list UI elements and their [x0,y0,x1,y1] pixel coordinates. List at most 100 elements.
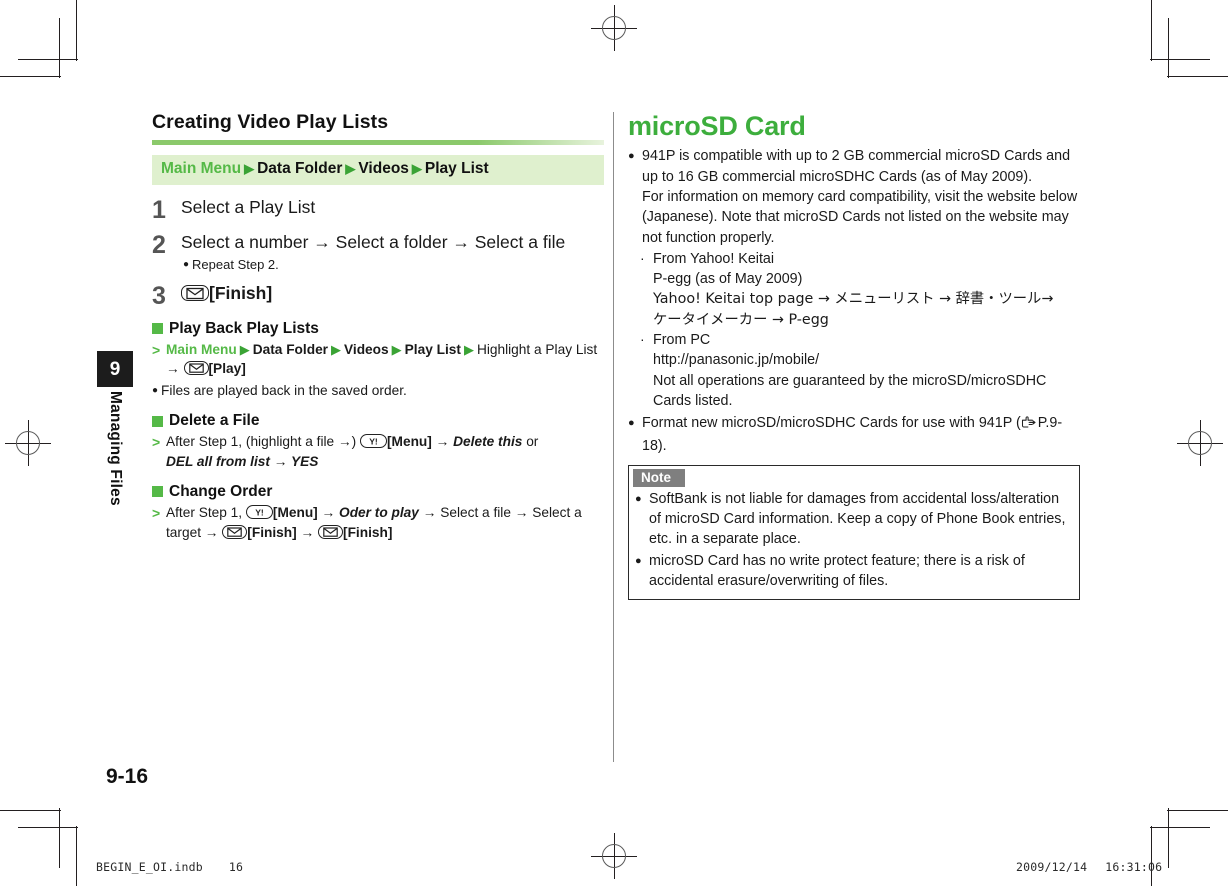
op-del-all-from-list: DEL all from list → YES [166,454,319,470]
angle-right-icon: > [152,341,161,358]
step-item: 3 [Finish] [152,283,604,309]
path-start: Main Menu [161,160,242,178]
sub-item-line: Yahoo! Keitai top page → メニューリスト → 辞書・ツー… [653,291,1054,308]
bullet-dot-icon: ● [628,150,635,163]
crop-mark-bl-h2 [18,827,78,828]
step-body: Select a number → Select a folder → Sele… [181,232,604,274]
crop-mark-tl-h2 [18,59,78,60]
operation-line: > After Step 1, Y! [Menu] → Oder to play →… [152,503,604,543]
registration-mark-right [1177,420,1223,466]
crop-mark-br-v2 [1168,808,1169,868]
op-after-step: After Step 1, (highlight a file →) [166,434,360,450]
op-videos: Videos [344,341,389,357]
timestamp-line: 2009/12/14 16:31:06 [1016,860,1162,874]
menu-path-bar: Main Menu ▶ Data Folder ▶ Videos ▶ Play List [152,155,604,186]
angle-right-icon: > [152,504,161,521]
svg-text:Y!: Y! [369,436,378,446]
triangle-icon: ▶ [244,161,255,177]
triangle-icon: ▶ [331,341,342,357]
op-data-folder: Data Folder [252,341,329,357]
subsection-note-text: Files are played back in the saved order… [161,383,407,399]
bullet-dot-icon: ● [152,385,159,397]
note-label: Note [633,468,685,487]
op-arrow: → [431,434,454,450]
right-bullet-item: ● 941P is compatible with up to 2 GB com… [628,146,1080,247]
crop-mark-br-h2 [1150,827,1210,828]
chapter-number-tab: 9 [97,351,133,387]
op-arrow: → [317,504,340,520]
envelope-key-icon [183,361,209,376]
step-number: 2 [152,231,166,260]
sub-item-line: ケータイメーカー → P-egg [653,311,829,328]
manual-page: 9 Managing Files Creating Video Play Lis… [0,0,1228,886]
bullet-dot-icon: ● [628,417,635,430]
left-column: Creating Video Play Lists Main Menu ▶ Data… [152,111,604,543]
path-segment-1: Data Folder [257,160,343,178]
crop-mark-bl-h [0,810,61,811]
middot-icon: · [640,249,645,266]
sub-item-line: P-egg (as of May 2009) [653,271,803,288]
pointing-hand-icon [1021,415,1038,435]
crop-mark-tr-v2 [1168,18,1169,78]
subsection-heading: Change Order [152,483,604,501]
green-square-icon [152,415,163,427]
registration-mark-left [5,420,51,466]
triangle-icon: ▶ [391,341,402,357]
timestamp-date: 2009/12/14 [1016,860,1088,874]
note-item-text: microSD Card has no write protect featur… [649,552,1025,589]
path-segment-2: Videos [358,160,409,178]
step-text: Select a Play List [181,197,316,218]
registration-mark-bottom [591,833,637,879]
microsd-card-title: microSD Card [628,111,806,141]
envelope-key-icon [181,284,209,301]
op-play-list: Play List [404,341,461,357]
green-square-icon [152,323,163,335]
op-finish-label: [Finish] [343,524,393,540]
yahoo-key-icon: Y! [245,504,273,519]
step-note-text: Repeat Step 2. [192,257,279,273]
crop-mark-tr-v [1151,0,1152,61]
op-oder-to-play: Oder to play [339,504,419,520]
right-bullet-text: 941P is compatible with up to 2 GB comme… [642,148,1078,246]
yahoo-key-icon: Y! [360,434,387,449]
angle-right-icon: > [152,434,161,451]
note-item-text: SoftBank is not liable for damages from … [649,490,1066,548]
op-main-menu: Main Menu [166,341,237,357]
sub-item-line: From PC [653,332,711,349]
step-body: [Finish] [181,283,604,309]
crop-mark-tl-v [76,0,77,61]
imprint-filename: BEGIN_E_OI.indb [96,860,203,874]
step-note: ● Repeat Step 2. [181,256,604,274]
format-text-suffix: ). [657,437,667,454]
triangle-icon: ▶ [463,341,474,357]
triangle-icon: ▶ [239,341,250,357]
chapter-number-label: 9 [109,358,121,380]
note-item: ● SoftBank is not liable for damages fro… [629,489,1079,550]
middot-icon: · [640,331,645,348]
registration-mark-top [591,5,637,51]
sub-item-from-pc: · From PC http://panasonic.jp/mobile/ No… [628,330,1080,411]
format-text-prefix: Format new microSD/microSDHC Cards for u… [642,415,1021,432]
subsection-delete-a-file: Delete a File > After Step 1, (highlight … [152,412,604,472]
step-text: Select a number → Select a folder → Sele… [181,232,566,253]
step-number: 3 [152,281,166,310]
chapter-title-label: Managing Files [107,391,124,506]
envelope-key-icon [222,524,248,539]
op-menu-label: [Menu] [387,434,432,450]
sub-item-url[interactable]: http://panasonic.jp/mobile/ [653,350,1080,370]
subsection-play-back-play-lists: Play Back Play Lists > Main Menu ▶ Data Fol… [152,320,604,402]
bullet-dot-icon: ● [635,554,642,567]
operation-line: > Main Menu ▶ Data Folder ▶ Videos ▶ Play List ▶… [152,340,604,380]
op-play-label: [Play] [208,361,246,377]
triangle-icon: ▶ [345,161,356,177]
path-segment-3: Play List [424,160,489,178]
op-after-step: After Step 1, [166,504,246,520]
crop-mark-tr-h2 [1150,59,1210,60]
imprint-line: BEGIN_E_OI.indb 16 [96,860,243,874]
subsection-heading-label: Delete a File [169,412,260,430]
step-item: 2 Select a number → Select a folder → Se… [152,232,604,274]
step-item: 1 Select a Play List [152,197,604,223]
step-number: 1 [152,196,166,225]
right-bullet-item-format: ● Format new microSD/microSDHC Cards for… [628,413,1080,456]
imprint-page: 16 [228,860,244,874]
